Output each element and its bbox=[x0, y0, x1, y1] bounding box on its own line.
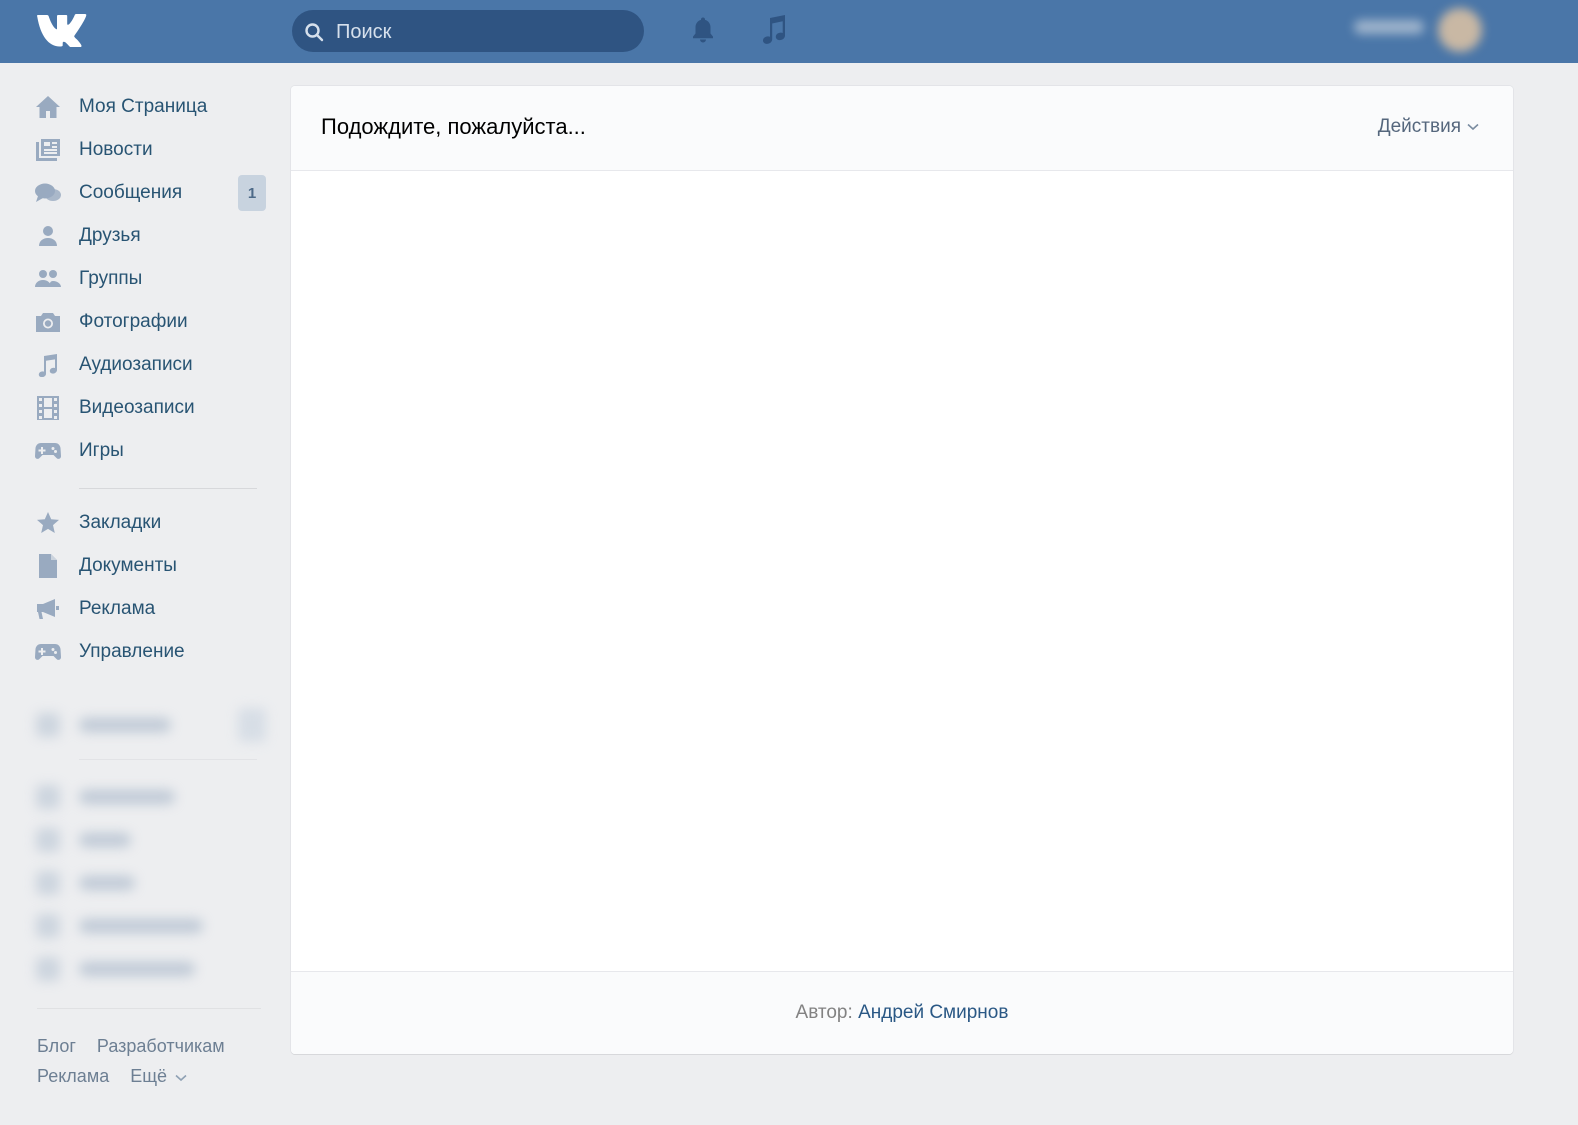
user-name bbox=[1354, 20, 1424, 34]
sidebar-item-news[interactable]: Новости bbox=[30, 131, 270, 169]
sidebar-divider bbox=[79, 759, 257, 760]
sidebar-item-blurred[interactable] bbox=[30, 706, 270, 744]
home-icon bbox=[34, 93, 62, 121]
more-label: Ещё bbox=[130, 1066, 168, 1086]
blurred-badge bbox=[238, 708, 266, 742]
sidebar-footer-row-1: Блог Разработчикам bbox=[37, 1036, 225, 1057]
gamepad-icon bbox=[34, 437, 62, 465]
page-title: Подождите, пожалуйста... bbox=[321, 114, 586, 139]
friends-icon bbox=[34, 222, 62, 250]
blurred-label bbox=[79, 962, 195, 976]
messages-icon bbox=[34, 179, 62, 207]
sidebar-item-photos[interactable]: Фотографии bbox=[30, 303, 270, 341]
blurred-label bbox=[79, 833, 131, 847]
author-line: Автор: Андрей Смирнов bbox=[291, 1002, 1513, 1024]
sidebar-footer-row-2: Реклама Ещё bbox=[37, 1066, 187, 1087]
card-header: Подождите, пожалуйста... Действия bbox=[291, 86, 1513, 171]
sidebar-item-label: Документы bbox=[79, 555, 177, 576]
actions-dropdown[interactable]: Действия bbox=[1378, 116, 1479, 138]
blurred-icon bbox=[36, 713, 60, 737]
megaphone-icon bbox=[34, 595, 62, 623]
blog-link[interactable]: Блог bbox=[37, 1036, 76, 1056]
chevron-down-icon bbox=[175, 1074, 187, 1082]
sidebar-item-management[interactable]: Управление bbox=[30, 633, 270, 671]
card-footer: Автор: Андрей Смирнов bbox=[291, 971, 1513, 1054]
vk-logo-icon[interactable] bbox=[36, 13, 90, 47]
actions-label: Действия bbox=[1377, 116, 1461, 137]
sidebar-item-label: Моя Страница bbox=[79, 96, 208, 117]
sidebar-divider bbox=[37, 1008, 261, 1009]
video-icon bbox=[34, 394, 62, 422]
sidebar-item-blurred[interactable] bbox=[30, 821, 270, 859]
music-icon bbox=[34, 351, 62, 379]
sidebar-item-friends[interactable]: Друзья bbox=[30, 217, 270, 255]
sidebar-item-groups[interactable]: Группы bbox=[30, 260, 270, 298]
search-input[interactable] bbox=[334, 10, 628, 54]
sidebar-item-audio[interactable]: Аудиозаписи bbox=[30, 346, 270, 384]
blurred-label bbox=[79, 790, 175, 804]
blurred-label bbox=[79, 718, 171, 732]
blurred-icon bbox=[36, 957, 60, 981]
search-icon bbox=[305, 23, 324, 42]
top-header bbox=[0, 0, 1578, 63]
sidebar-item-label: Управление bbox=[79, 641, 185, 662]
blurred-label bbox=[79, 919, 203, 933]
author-link[interactable]: Андрей Смирнов bbox=[858, 1002, 1008, 1023]
camera-icon bbox=[34, 308, 62, 336]
unread-badge: 1 bbox=[238, 175, 266, 211]
blurred-icon bbox=[36, 828, 60, 852]
sidebar-item-label: Сообщения bbox=[79, 182, 183, 203]
sidebar-item-blurred[interactable] bbox=[30, 907, 270, 945]
sidebar-item-documents[interactable]: Документы bbox=[30, 547, 270, 585]
ads-link[interactable]: Реклама bbox=[37, 1066, 109, 1086]
more-link[interactable]: Ещё bbox=[130, 1066, 187, 1086]
blurred-icon bbox=[36, 914, 60, 938]
bell-icon[interactable] bbox=[690, 16, 716, 44]
sidebar-item-blurred[interactable] bbox=[30, 778, 270, 816]
sidebar-divider bbox=[79, 488, 257, 489]
sidebar-item-videos[interactable]: Видеозаписи bbox=[30, 389, 270, 427]
sidebar-item-blurred[interactable] bbox=[30, 864, 270, 902]
author-label: Автор: bbox=[795, 1002, 853, 1023]
user-menu[interactable] bbox=[1336, 2, 1516, 54]
sidebar-item-games[interactable]: Игры bbox=[30, 432, 270, 470]
gamepad-icon bbox=[34, 638, 62, 666]
search-box[interactable] bbox=[292, 10, 644, 54]
sidebar: Моя Страница Новости Сообщения 1 Друзья … bbox=[0, 63, 290, 1125]
star-icon bbox=[34, 509, 62, 537]
news-icon bbox=[34, 136, 62, 164]
sidebar-item-label: Аудиозаписи bbox=[79, 354, 193, 375]
avatar bbox=[1438, 8, 1482, 52]
sidebar-item-label: Группы bbox=[79, 268, 143, 289]
sidebar-item-blurred[interactable] bbox=[30, 950, 270, 988]
sidebar-item-label: Новости bbox=[79, 139, 153, 160]
sidebar-item-bookmarks[interactable]: Закладки bbox=[30, 504, 270, 542]
sidebar-item-label: Друзья bbox=[79, 225, 141, 246]
sidebar-item-label: Фотографии bbox=[79, 311, 188, 332]
sidebar-item-label: Игры bbox=[79, 440, 124, 461]
chevron-down-icon bbox=[1467, 123, 1479, 131]
sidebar-item-label: Видеозаписи bbox=[79, 397, 195, 418]
sidebar-item-ads[interactable]: Реклама bbox=[30, 590, 270, 628]
blurred-icon bbox=[36, 871, 60, 895]
developers-link[interactable]: Разработчикам bbox=[97, 1036, 225, 1056]
sidebar-item-label: Реклама bbox=[79, 598, 156, 619]
document-icon bbox=[34, 552, 62, 580]
main-card: Подождите, пожалуйста... Действия Автор:… bbox=[291, 86, 1513, 1054]
blurred-label bbox=[79, 876, 135, 890]
sidebar-item-messages[interactable]: Сообщения 1 bbox=[30, 174, 270, 212]
music-note-icon[interactable] bbox=[760, 14, 788, 46]
groups-icon bbox=[34, 265, 62, 293]
sidebar-item-label: Закладки bbox=[79, 512, 162, 533]
sidebar-item-my-page[interactable]: Моя Страница bbox=[30, 88, 270, 126]
blurred-icon bbox=[36, 785, 60, 809]
